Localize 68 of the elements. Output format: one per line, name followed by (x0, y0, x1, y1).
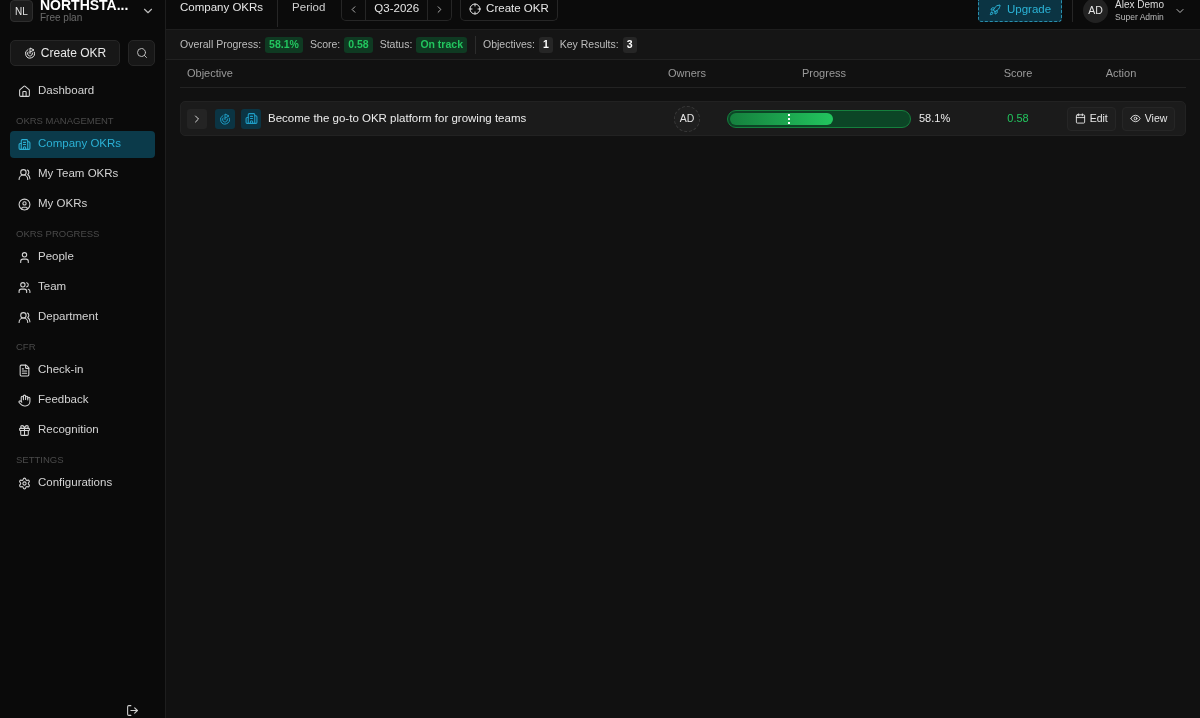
objective-title: Become the go-to OKR platform for growing teams (268, 110, 527, 126)
org-logo: NL (10, 0, 33, 22)
expand-button[interactable] (187, 108, 207, 129)
column-header: Objective (187, 66, 233, 82)
search-icon (135, 47, 148, 59)
users-icon (18, 310, 31, 324)
search-button[interactable] (128, 40, 155, 66)
view-button[interactable]: View (1121, 106, 1176, 131)
create-okr-button[interactable]: Create OKR (10, 40, 120, 66)
page-title: Company OKRs (180, 0, 264, 15)
section-heading: SETTINGS (15, 452, 65, 467)
logout-icon[interactable] (126, 704, 139, 717)
crosshair-icon (469, 3, 482, 15)
calendar-icon (1074, 113, 1086, 124)
column-header: Score (1003, 66, 1033, 82)
nav-item[interactable]: My Team OKRs (10, 160, 155, 188)
user-icon (18, 250, 31, 264)
nav-item[interactable]: Check-in (10, 356, 155, 384)
stat-label: Status: (379, 36, 413, 52)
users-icon (18, 167, 31, 181)
nav-item[interactable]: Company OKRs (10, 130, 155, 158)
column-header: Progress (802, 66, 847, 82)
period-value: Q3-2026 (373, 1, 421, 17)
plan-label: Free plan (40, 13, 84, 23)
gift-icon (18, 423, 31, 437)
users-icon (18, 280, 31, 294)
owner-avatar: AD (674, 105, 700, 132)
stat-badge: On track (416, 36, 467, 53)
stat-badge: 58.1% (265, 36, 303, 53)
user-role: Super Admin (1115, 12, 1164, 22)
target-icon (23, 47, 36, 59)
stat-badge: 0.58 (344, 36, 373, 53)
user-circle-icon (18, 197, 31, 211)
nav-item[interactable]: Configurations (10, 469, 155, 497)
nav-item[interactable]: My OKRs (10, 190, 155, 218)
building-icon (18, 137, 31, 151)
stat-badge: 3 (622, 36, 637, 53)
stat-label: Overall Progress: (180, 36, 262, 52)
nav-item[interactable]: Recognition (10, 416, 155, 444)
upgrade-button[interactable]: Upgrade (977, 0, 1063, 22)
nav-item[interactable]: People (10, 243, 155, 271)
stat-label: Key Results: (559, 36, 619, 52)
document-icon (18, 363, 31, 377)
column-header: Owners (668, 66, 706, 82)
score-value: 0.58 (1007, 111, 1029, 127)
target-icon (215, 108, 235, 129)
user-avatar[interactable]: AD (1083, 0, 1109, 23)
user-name: Alex Demo (1115, 0, 1164, 10)
stat-label: Objectives: (483, 36, 535, 52)
building-icon (241, 108, 261, 129)
nav-item[interactable]: Team (10, 273, 155, 301)
nav-item[interactable]: Department (10, 303, 155, 331)
home-icon (18, 84, 31, 98)
stat-badge: 1 (538, 36, 553, 53)
period-label: Period (292, 0, 326, 15)
org-name: NORTHSTA... (40, 0, 129, 12)
nav-item[interactable]: Dashboard (10, 77, 155, 105)
progress-percent: 58.1% (919, 111, 951, 127)
column-header: Action (1105, 66, 1137, 82)
settings-icon (18, 476, 31, 490)
dotted-marker-icon (788, 113, 791, 124)
stat-label: Score: (309, 36, 341, 52)
create-okr-button[interactable]: Create OKR (460, 0, 558, 21)
edit-button[interactable]: Edit (1066, 106, 1116, 131)
eye-icon (1129, 113, 1141, 124)
hand-icon (18, 393, 31, 407)
rocket-icon (988, 4, 1001, 16)
nav-item[interactable]: Feedback (10, 386, 155, 414)
